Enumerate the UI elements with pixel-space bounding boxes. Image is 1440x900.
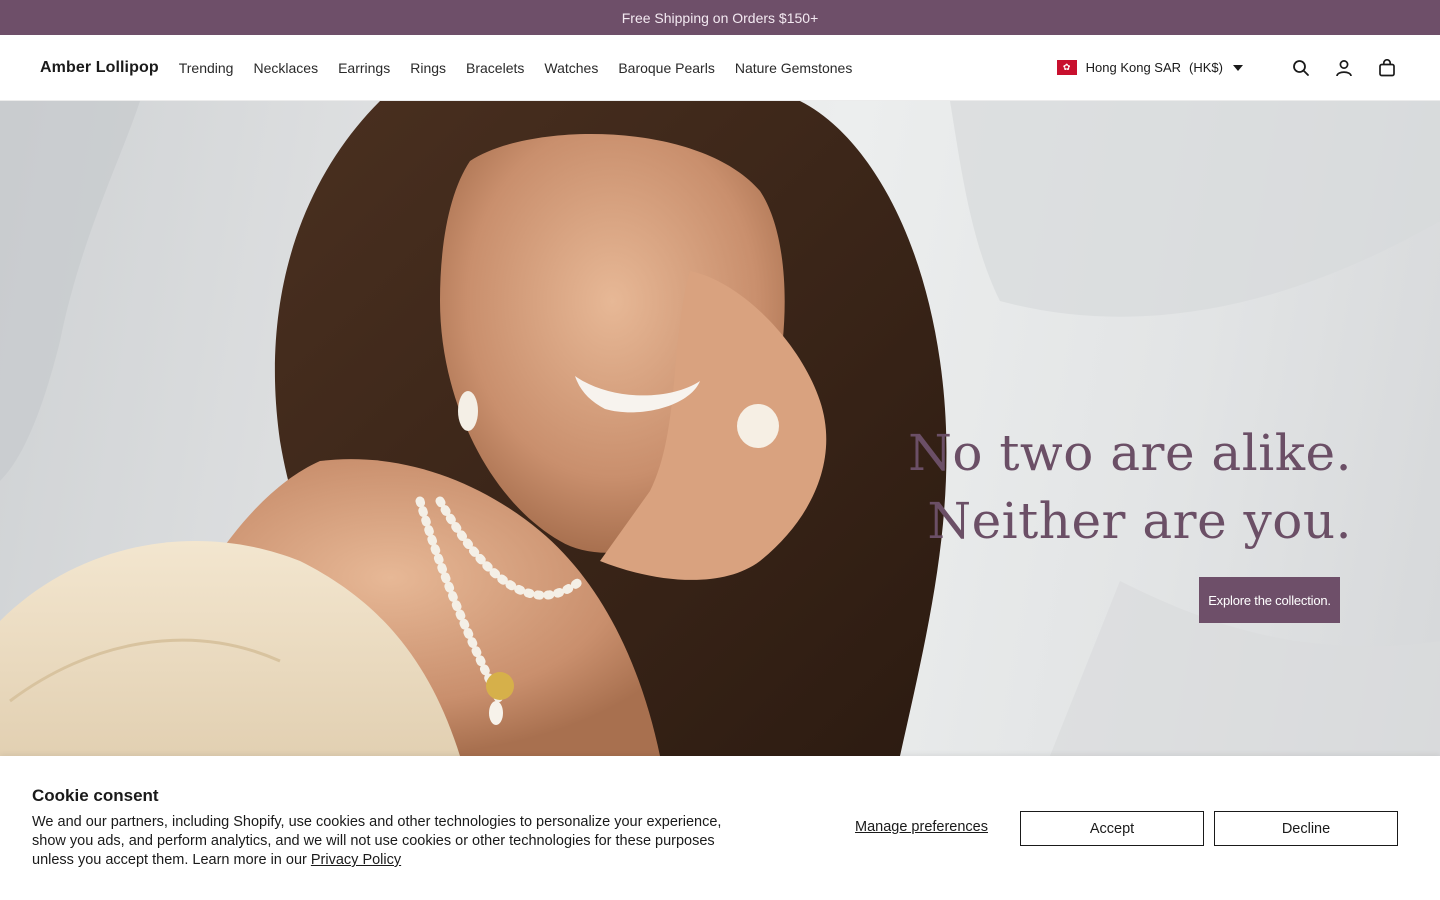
store-logo[interactable]: Amber Lollipop xyxy=(40,59,159,77)
main-nav: Trending Necklaces Earrings Rings Bracel… xyxy=(179,60,853,76)
announcement-bar: Free Shipping on Orders $150+ xyxy=(0,0,1440,35)
cart-icon[interactable] xyxy=(1374,55,1400,81)
locale-region: Hong Kong SAR xyxy=(1085,60,1182,75)
hero-headline: No two are alike. Neither are you. xyxy=(908,419,1352,555)
locale-selector[interactable]: ✿ Hong Kong SAR (HK$) xyxy=(1056,60,1243,75)
announcement-text: Free Shipping on Orders $150+ xyxy=(621,9,819,26)
locale-currency: (HK$) xyxy=(1189,60,1223,75)
nav-item-bracelets[interactable]: Bracelets xyxy=(466,60,524,76)
manage-preferences-link[interactable]: Manage preferences xyxy=(855,819,988,835)
decline-button[interactable]: Decline xyxy=(1214,811,1398,846)
site-header: Amber Lollipop Trending Necklaces Earrin… xyxy=(0,35,1440,101)
nav-item-watches[interactable]: Watches xyxy=(544,60,598,76)
cookie-description: We and our partners, including Shopify, … xyxy=(32,813,752,870)
hero-headline-line1: No two are alike. xyxy=(908,424,1352,482)
nav-item-nature-gemstones[interactable]: Nature Gemstones xyxy=(735,60,853,76)
cookie-consent-banner: Cookie consent We and our partners, incl… xyxy=(0,756,1440,900)
nav-item-rings[interactable]: Rings xyxy=(410,60,446,76)
accept-button[interactable]: Accept xyxy=(1020,811,1204,846)
hero-banner: No two are alike. Neither are you. Explo… xyxy=(0,101,1440,756)
account-icon[interactable] xyxy=(1331,55,1357,81)
nav-item-earrings[interactable]: Earrings xyxy=(338,60,390,76)
search-icon[interactable] xyxy=(1288,55,1314,81)
hero-headline-line2: Neither are you. xyxy=(927,492,1352,550)
nav-item-trending[interactable]: Trending xyxy=(179,60,234,76)
header-actions: ✿ Hong Kong SAR (HK$) xyxy=(1056,55,1400,81)
cookie-title: Cookie consent xyxy=(32,786,159,805)
hong-kong-flag-icon: ✿ xyxy=(1056,60,1077,75)
privacy-policy-link[interactable]: Privacy Policy xyxy=(311,852,401,868)
chevron-down-icon xyxy=(1233,64,1243,71)
nav-item-baroque-pearls[interactable]: Baroque Pearls xyxy=(618,60,715,76)
explore-collection-button[interactable]: Explore the collection. xyxy=(1199,577,1340,623)
nav-item-necklaces[interactable]: Necklaces xyxy=(253,60,318,76)
